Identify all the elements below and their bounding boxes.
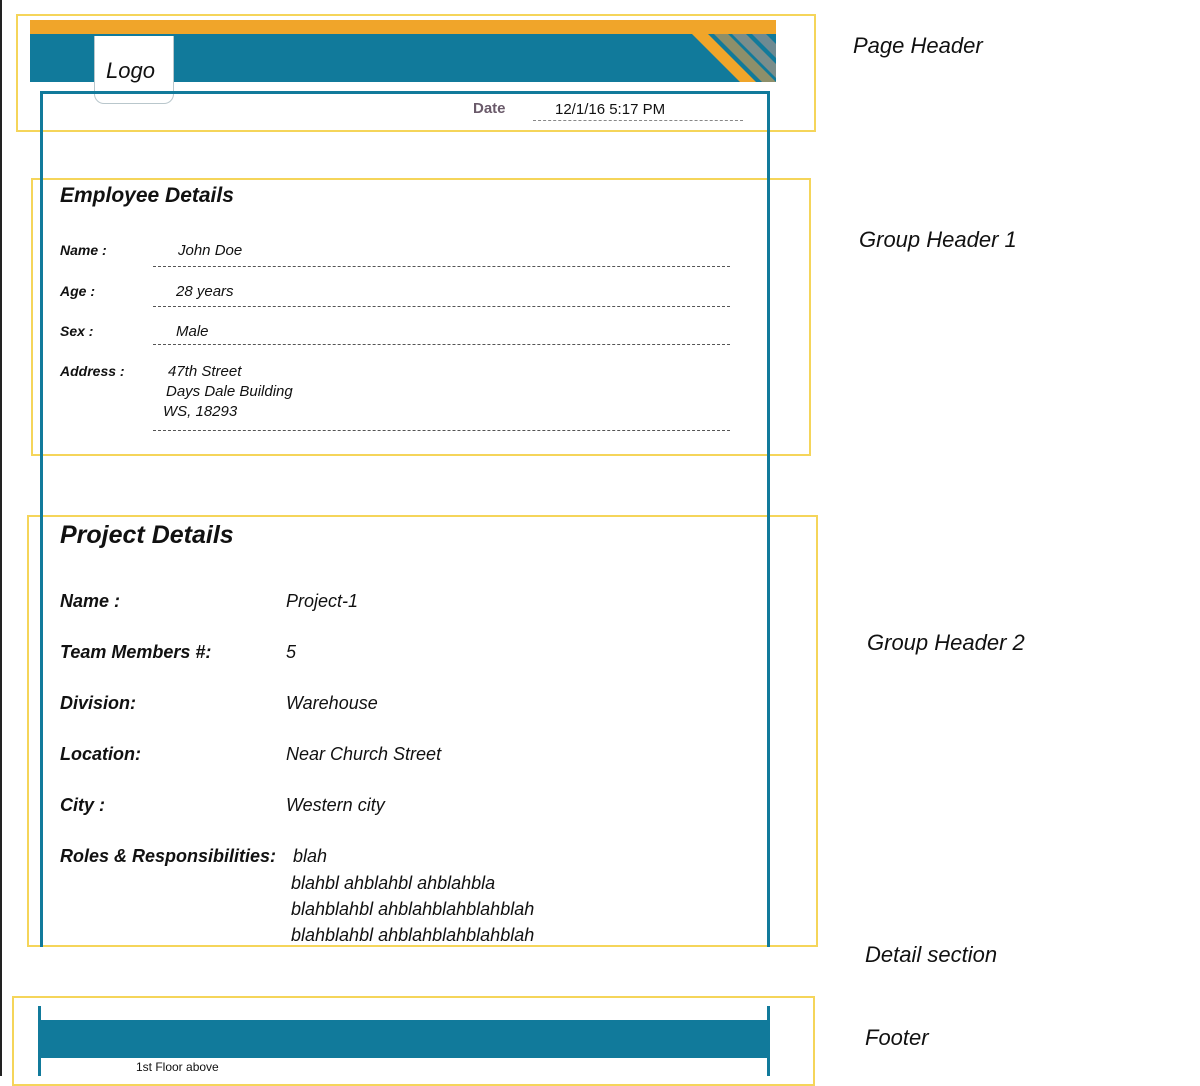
- logo: Logo: [106, 58, 155, 83]
- project-roles-line-4: blahblahbl ahblahblahblahblah: [291, 925, 535, 945]
- employee-name-line: [153, 266, 730, 267]
- employee-age-value: 28 years: [176, 283, 234, 300]
- annotation-footer: Footer: [865, 1025, 929, 1050]
- project-roles-line-1: blah: [293, 846, 328, 866]
- page-frame-right: [767, 91, 770, 947]
- employee-age-line: [153, 306, 730, 307]
- page-frame-top: [40, 91, 770, 94]
- project-city-value: Western city: [286, 795, 385, 815]
- employee-address-line-3: WS, 18293: [163, 403, 238, 420]
- project-name-value: Project-1: [286, 591, 359, 611]
- employee-address-line-2: Days Dale Building: [166, 383, 293, 400]
- employee-age-label: Age :: [60, 283, 95, 299]
- footer-text: 1st Floor above: [136, 1060, 219, 1074]
- date-underline: [533, 120, 743, 121]
- left-border: [0, 0, 2, 1076]
- project-team-members-label: Team Members #:: [60, 642, 212, 662]
- project-city-label: City :: [60, 795, 105, 815]
- project-roles-label: Roles & Responsibilities:: [60, 846, 277, 866]
- employee-address-label: Address :: [60, 363, 125, 379]
- group-header-1-outline: [31, 178, 811, 456]
- employee-sex-line: [153, 344, 730, 345]
- project-team-members-value: 5: [286, 642, 297, 662]
- date-value: 12/1/16 5:17 PM: [555, 101, 666, 118]
- annotation-page-header: Page Header: [853, 33, 983, 58]
- header-orange-bar: [30, 20, 776, 34]
- employee-details-title: Employee Details: [60, 184, 234, 207]
- employee-name-value: John Doe: [178, 242, 243, 259]
- page-frame-left: [40, 91, 43, 947]
- employee-address-line-1: 47th Street: [168, 363, 242, 380]
- project-division-label: Division:: [60, 693, 137, 713]
- annotation-group-header-2: Group Header 2: [867, 630, 1025, 655]
- project-location-value: Near Church Street: [286, 744, 442, 764]
- employee-sex-value: Male: [176, 323, 209, 340]
- employee-sex-label: Sex :: [60, 323, 94, 339]
- date-label: Date: [473, 100, 506, 117]
- project-details-title: Project Details: [60, 521, 234, 549]
- header-stripes-graphic: [692, 34, 776, 82]
- project-name-label: Name :: [60, 591, 121, 611]
- project-location-label: Location:: [60, 744, 141, 764]
- project-roles-line-2: blahbl ahblahbl ahblahbla: [291, 873, 496, 893]
- employee-address-line: [153, 430, 730, 431]
- employee-name-label: Name :: [60, 242, 107, 258]
- annotation-detail-section: Detail section: [865, 942, 998, 967]
- project-division-value: Warehouse: [286, 693, 378, 713]
- annotation-group-header-1: Group Header 1: [859, 227, 1017, 252]
- footer-teal-bar: [38, 1020, 770, 1058]
- project-roles-line-3: blahblahbl ahblahblahblahblah: [291, 899, 535, 919]
